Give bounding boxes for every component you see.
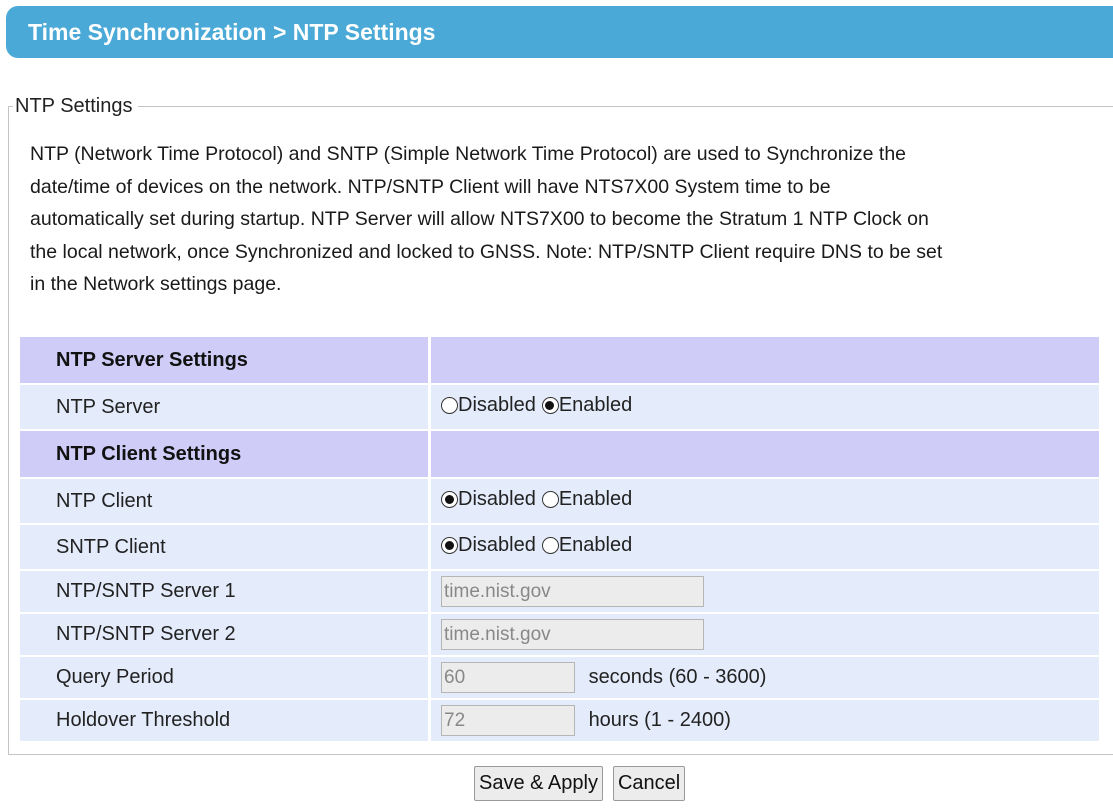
server-settings-header-row: NTP Server Settings	[20, 337, 1099, 383]
form-buttons: Save & Apply Cancel	[474, 766, 686, 801]
page-title: Time Synchronization > NTP Settings	[28, 18, 436, 45]
ntp-server-disabled-label[interactable]: Disabled	[458, 394, 536, 417]
ntp-server-disabled-radio[interactable]	[441, 397, 458, 414]
save-apply-button[interactable]: Save & Apply	[474, 766, 603, 801]
sntp-client-radio-group: Disabled Enabled	[441, 534, 638, 557]
server2-label: NTP/SNTP Server 2	[20, 614, 431, 655]
ntp-server-enabled-label[interactable]: Enabled	[559, 394, 632, 417]
client-settings-header-row: NTP Client Settings	[20, 431, 1099, 477]
query-period-row: Query Period 60 seconds (60 - 3600)	[20, 657, 1099, 698]
ntp-client-radio-group: Disabled Enabled	[441, 488, 638, 511]
ntp-server-enabled-radio[interactable]	[541, 397, 559, 414]
client-settings-header: NTP Client Settings	[20, 431, 431, 477]
cancel-button[interactable]: Cancel	[612, 766, 686, 801]
query-period-input[interactable]: 60	[441, 662, 575, 693]
sntp-client-enabled-radio[interactable]	[541, 537, 559, 554]
server-settings-header: NTP Server Settings	[20, 337, 431, 383]
ntp-client-enabled-label[interactable]: Enabled	[559, 488, 632, 511]
holdover-label: Holdover Threshold	[20, 700, 431, 741]
description-line: the local network, once Synchronized and…	[30, 240, 943, 263]
sntp-client-disabled-label[interactable]: Disabled	[458, 534, 536, 557]
server1-label: NTP/SNTP Server 1	[20, 571, 431, 612]
description-line: NTP (Network Time Protocol) and SNTP (Si…	[30, 143, 907, 165]
query-period-unit: seconds (60 - 3600)	[588, 666, 767, 688]
query-period-label: Query Period	[20, 657, 431, 698]
server2-row: NTP/SNTP Server 2 time.nist.gov	[20, 614, 1099, 655]
holdover-input[interactable]: 72	[441, 705, 575, 736]
ntp-client-label: NTP Client	[20, 479, 431, 523]
server2-input[interactable]: time.nist.gov	[441, 619, 704, 650]
ntp-description: NTP (Network Time Protocol) and SNTP (Si…	[30, 138, 1113, 301]
ntp-client-disabled-radio[interactable]	[441, 491, 458, 508]
sntp-client-enabled-label[interactable]: Enabled	[559, 534, 632, 557]
holdover-unit: hours (1 - 2400)	[588, 709, 731, 731]
ntp-server-row: NTP Server Disabled Enabled	[20, 385, 1099, 429]
server1-row: NTP/SNTP Server 1 time.nist.gov	[20, 571, 1099, 612]
description-line: in the Network settings page.	[30, 273, 282, 295]
server1-input[interactable]: time.nist.gov	[441, 576, 704, 607]
ntp-client-enabled-radio[interactable]	[541, 491, 559, 508]
sntp-client-label: SNTP Client	[20, 525, 431, 569]
ntp-server-label: NTP Server	[20, 385, 431, 429]
description-line: automatically set during startup. NTP Se…	[30, 208, 929, 230]
description-line: date/time of devices on the network. NTP…	[30, 175, 831, 198]
ntp-settings-legend: NTP Settings	[15, 95, 133, 117]
ntp-client-row: NTP Client Disabled Enabled	[20, 479, 1099, 523]
sntp-client-row: SNTP Client Disabled Enabled	[20, 525, 1099, 569]
holdover-row: Holdover Threshold 72 hours (1 - 2400)	[20, 700, 1099, 741]
ntp-client-disabled-label[interactable]: Disabled	[458, 488, 536, 511]
ntp-settings-table: NTP Server Settings NTP Server Disabled …	[20, 335, 1099, 743]
page-title-bar: Time Synchronization > NTP Settings	[6, 6, 1113, 58]
ntp-server-radio-group: Disabled Enabled	[441, 394, 638, 417]
sntp-client-disabled-radio[interactable]	[441, 537, 458, 554]
